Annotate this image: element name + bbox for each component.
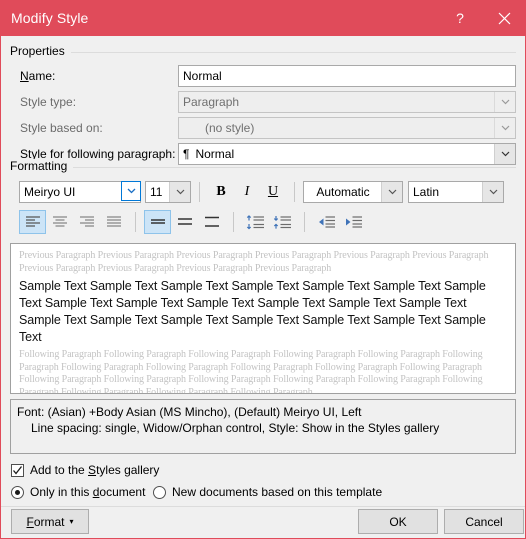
script-type-value: Latin [413,185,440,199]
style-type-value: Paragraph [183,95,240,109]
add-space-before-paragraph-button[interactable] [242,210,269,234]
line-spacing-single-icon [150,219,165,224]
style-based-on-dropdown: (no style) [178,117,516,139]
remove-space-after-paragraph-icon [273,215,291,229]
toolbar-divider [199,182,200,202]
line-spacing-single-button[interactable] [144,210,171,234]
add-to-styles-gallery-checkbox[interactable]: Add to the Styles gallery [11,463,159,477]
title-bar: Modify Style ? [1,1,525,36]
font-family-dropdown[interactable]: Meiryo UI [19,181,141,203]
italic-button[interactable]: I [234,181,260,203]
style-type-row: Style type: Paragraph [10,91,516,113]
remove-space-after-paragraph-button[interactable] [269,210,296,234]
align-justify-icon [106,216,121,227]
paragraph-toolbar-row [10,210,516,234]
line-spacing-1-5-icon [177,218,192,225]
line-spacing-double-icon [204,216,219,227]
toolbar-divider [135,212,136,232]
properties-group: Properties Name: Normal Style type: Para… [10,44,516,169]
decrease-indent-button[interactable] [313,210,340,234]
name-input[interactable]: Normal [178,65,516,87]
font-family-value: Meiryo UI [24,185,76,199]
style-based-on-value: (no style) [205,121,255,135]
radio-selected-icon [11,485,24,499]
bold-button[interactable]: B [208,181,234,203]
check-icon [13,465,23,475]
help-button[interactable]: ? [438,1,482,36]
question-mark-icon: ? [456,10,464,26]
font-toolbar-row: Meiryo UI 11 B I U Automatic Latin [10,180,516,204]
ok-button[interactable]: OK [358,509,438,534]
name-label: Name: [20,69,56,83]
preview-previous-paragraph: Previous Paragraph Previous Paragraph Pr… [19,250,489,274]
style-type-dropdown: Paragraph [178,91,516,113]
title-bar-buttons: ? [438,1,525,36]
toolbar-divider [294,182,295,202]
properties-group-label: Properties [10,44,71,58]
format-button[interactable]: Format ▾ [11,509,89,534]
align-right-button[interactable] [73,210,100,234]
style-based-on-label: Style based on: [20,121,103,135]
toolbar-divider [304,212,305,232]
underline-button[interactable]: U [260,181,286,203]
formatting-group-label: Formatting [10,159,74,173]
add-space-before-paragraph-icon [246,214,264,229]
style-description: Font: (Asian) +Body Asian (MS Mincho), (… [10,399,516,454]
cancel-button-label: Cancel [465,514,503,529]
increase-indent-button[interactable] [340,210,367,234]
cancel-button[interactable]: Cancel [444,509,524,534]
chevron-down-icon [494,118,515,138]
script-type-dropdown[interactable]: Latin [408,181,504,203]
decrease-indent-icon [319,216,335,228]
close-button[interactable] [482,1,525,36]
align-left-button[interactable] [19,210,46,234]
align-right-icon [79,216,94,227]
format-button-label: Format [26,514,65,529]
align-center-button[interactable] [46,210,73,234]
preview-following-paragraph: Following Paragraph Following Paragraph … [19,349,483,394]
line-spacing-double-button[interactable] [198,210,225,234]
caret-down-icon: ▾ [69,516,74,526]
font-size-value: 11 [150,185,163,199]
only-in-this-document-label: Only in this document [30,485,146,499]
style-based-on-row: Style based on: (no style) [10,117,516,139]
add-to-styles-gallery-label: Add to the Styles gallery [30,463,160,477]
dialog-title: Modify Style [11,10,89,26]
toolbar-divider [233,212,234,232]
footer-divider [1,506,525,507]
description-line-1: Font: (Asian) +Body Asian (MS Mincho), (… [17,405,362,419]
chevron-down-icon[interactable] [121,181,141,201]
chevron-down-icon[interactable] [381,182,402,202]
new-documents-based-on-template-radio[interactable]: New documents based on this template [153,485,382,499]
formatting-group: Formatting Meiryo UI 11 B I U Automatic … [10,159,516,234]
description-line-2: Line spacing: single, Widow/Orphan contr… [31,421,440,435]
close-icon [498,12,510,24]
ok-button-label: OK [389,514,407,529]
line-spacing-1-5-button[interactable] [171,210,198,234]
font-size-dropdown[interactable]: 11 [145,181,191,203]
font-color-dropdown[interactable]: Automatic [303,181,403,203]
chevron-down-icon [494,92,515,112]
name-row: Name: Normal [10,65,516,87]
increase-indent-icon [346,216,362,228]
chevron-down-icon[interactable] [169,182,190,202]
align-justify-button[interactable] [100,210,127,234]
align-center-icon [52,216,67,227]
chevron-down-icon[interactable] [482,182,503,202]
checkbox-icon [11,463,24,477]
preview-sample-text: Sample Text Sample Text Sample Text Samp… [19,279,486,344]
new-documents-based-on-template-label: New documents based on this template [172,485,383,499]
style-type-label: Style type: [20,95,77,109]
align-left-icon [25,216,40,227]
only-in-this-document-radio[interactable]: Only in this document [11,485,145,499]
radio-unselected-icon [153,485,166,499]
style-preview: Previous Paragraph Previous Paragraph Pr… [10,243,516,394]
modify-style-dialog: Modify Style ? Properties Name: Normal S… [0,0,526,539]
name-value: Normal [183,69,222,83]
